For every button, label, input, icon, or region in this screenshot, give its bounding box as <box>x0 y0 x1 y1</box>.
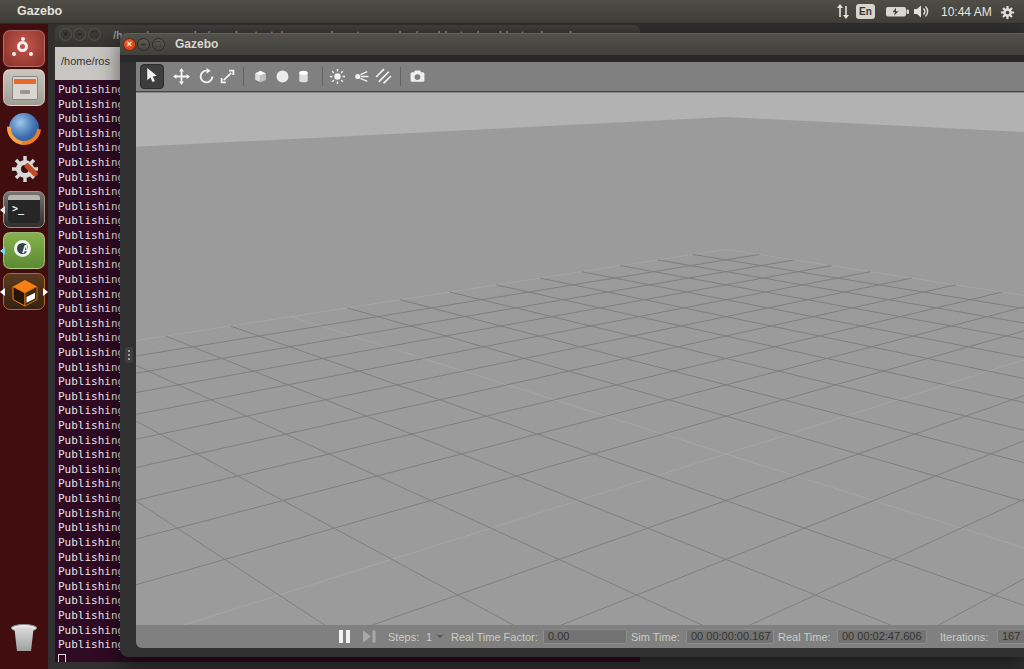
spot-light-icon <box>353 68 370 85</box>
sphere-icon <box>274 68 291 85</box>
launcher-item-firefox[interactable] <box>3 110 45 147</box>
camera-icon <box>409 68 426 85</box>
real-time-label: Real Time: <box>778 631 831 643</box>
screenshot-tool-button[interactable] <box>409 68 426 85</box>
software-running-indicator <box>0 247 5 255</box>
launcher-item-ubuntu-software[interactable]: A <box>3 232 45 269</box>
box-icon <box>252 68 269 85</box>
gazebo-window-title: Gazebo <box>175 37 218 51</box>
gazebo-close-button[interactable]: × <box>123 38 136 51</box>
launcher-item-terminal[interactable]: >_ <box>3 191 45 228</box>
point-light-tool-button[interactable] <box>329 68 346 85</box>
select-tool-button[interactable] <box>140 64 164 89</box>
spot-light-tool-button[interactable] <box>353 68 370 85</box>
desktop: × − □ /home/ros-gazebo/gazebo_tests/ros_… <box>0 0 1024 669</box>
gazebo-3d-viewport[interactable] <box>136 91 1024 625</box>
iterations-value-box: 167 <box>997 629 1024 644</box>
iterations-label: Iterations: <box>940 631 988 643</box>
terminal-maximize-button[interactable]: □ <box>88 28 101 41</box>
launcher-item-system-settings[interactable] <box>3 150 45 187</box>
system-settings-icon <box>9 153 41 185</box>
translate-icon <box>173 68 190 85</box>
network-arrows-icon[interactable] <box>836 4 850 19</box>
rtf-label: Real Time Factor: <box>451 631 538 643</box>
ubuntu-logo-icon <box>17 41 28 52</box>
keyboard-layout-indicator[interactable]: En <box>856 4 875 19</box>
terminal-running-indicator <box>0 206 5 214</box>
step-button[interactable] <box>363 630 377 643</box>
point-light-icon <box>329 68 346 85</box>
gazebo-maximize-button[interactable]: □ <box>152 38 165 51</box>
gazebo-window[interactable]: × − □ Gazebo <box>120 33 1024 657</box>
gazebo-toolbar <box>136 62 1024 91</box>
select-arrow-icon <box>143 67 160 84</box>
launcher-item-ubuntu-dash[interactable] <box>3 30 45 67</box>
gazebo-statusbar: Steps: 1 Real Time Factor: 0.00 Sim Time… <box>136 625 1024 648</box>
launcher-item-files[interactable] <box>3 69 45 106</box>
volume-icon[interactable] <box>913 4 931 19</box>
files-icon <box>12 76 38 100</box>
launcher-item-trash[interactable] <box>3 621 45 658</box>
session-gear-icon[interactable] <box>1000 5 1015 20</box>
toolbar-separator <box>322 67 323 86</box>
rtf-value-box: 0.00 <box>543 629 627 644</box>
sim-time-label: Sim Time: <box>631 631 680 643</box>
terminal-minimize-button[interactable]: − <box>73 28 86 41</box>
launcher-item-gazebo[interactable] <box>3 273 45 310</box>
gazebo-app-icon <box>11 278 39 307</box>
steps-spinner-arrow[interactable] <box>437 635 443 641</box>
gazebo-minimize-button[interactable]: − <box>137 38 150 51</box>
ground-plane-grid <box>136 93 1024 625</box>
gazebo-focused-indicator <box>43 288 48 296</box>
steps-value[interactable]: 1 <box>426 631 432 643</box>
terminal-cursor <box>58 654 66 662</box>
directional-light-tool-button[interactable] <box>375 68 392 85</box>
gazebo-menubar-strip <box>120 55 1024 62</box>
terminal-close-button[interactable]: × <box>59 28 72 41</box>
cylinder-icon <box>295 68 312 85</box>
battery-icon[interactable] <box>885 4 910 19</box>
terminal-tab-label[interactable]: /home/ros <box>61 55 110 67</box>
toolbar-separator <box>400 67 401 86</box>
rotate-icon <box>198 68 215 85</box>
unity-launcher: >_ A <box>0 24 48 669</box>
scale-icon <box>219 68 236 85</box>
directional-light-icon <box>375 68 392 85</box>
gazebo-titlebar[interactable]: × − □ Gazebo <box>120 33 1024 55</box>
sim-time-value-box: 00 00:00:00.167 <box>686 629 774 644</box>
box-tool-button[interactable] <box>252 68 269 85</box>
panel-splitter-handle[interactable] <box>125 347 133 363</box>
active-app-title[interactable]: Gazebo <box>17 4 62 18</box>
sphere-tool-button[interactable] <box>274 68 291 85</box>
clock[interactable]: 10:44 AM <box>941 5 992 19</box>
top-menubar: Gazebo En 10:44 AM <box>0 0 1024 24</box>
real-time-value-box: 00 00:02:47.606 <box>837 629 927 644</box>
translate-tool-button[interactable] <box>173 68 190 85</box>
gazebo-running-indicator <box>0 288 5 296</box>
toolbar-separator <box>243 67 244 86</box>
cylinder-tool-button[interactable] <box>295 68 312 85</box>
rotate-tool-button[interactable] <box>198 68 215 85</box>
steps-label: Steps: <box>388 631 419 643</box>
scale-tool-button[interactable] <box>219 68 236 85</box>
